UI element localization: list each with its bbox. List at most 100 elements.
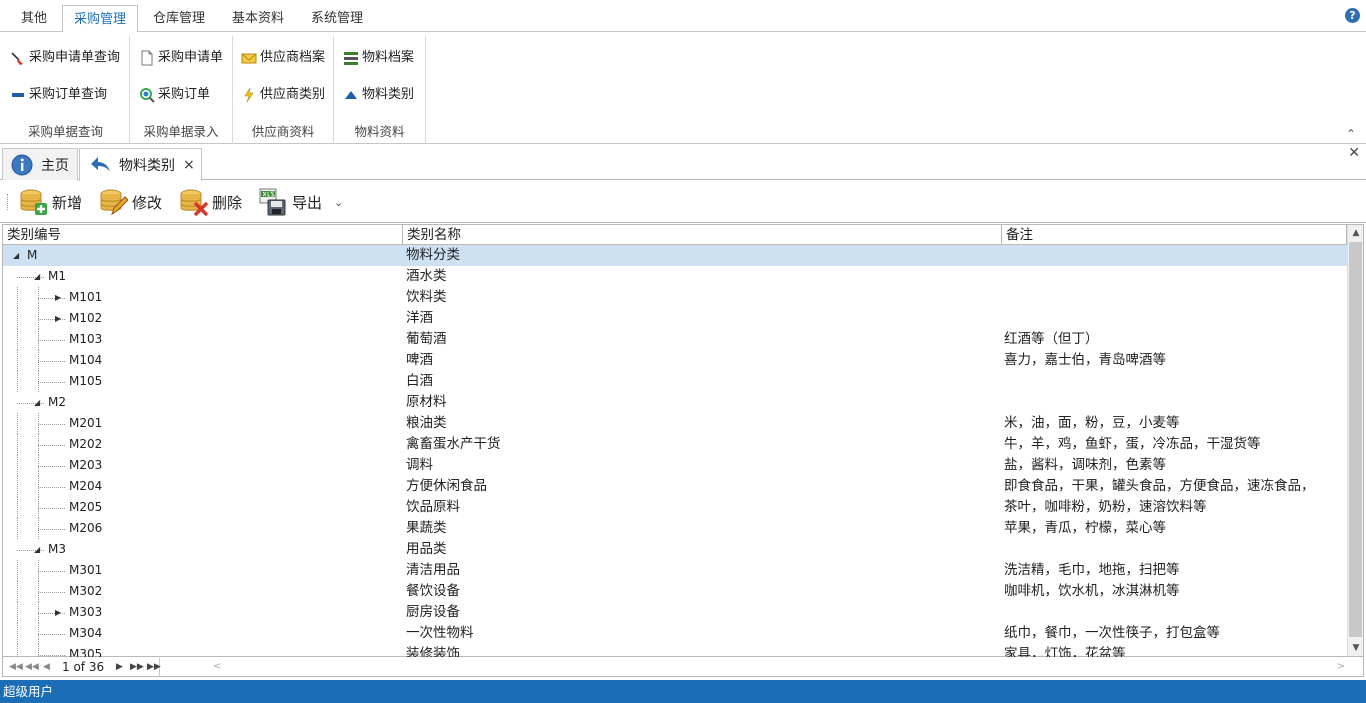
tree-connector xyxy=(38,476,39,497)
category-note-cell xyxy=(1004,371,1346,392)
envelope-icon xyxy=(241,50,257,66)
close-tab-icon[interactable]: × xyxy=(183,157,195,173)
material-category-button[interactable]: 物料类别 xyxy=(343,82,414,108)
ribbon-tab-bar: 其他 采购管理 仓库管理 基本资料 系统管理 ? xyxy=(0,0,1366,33)
tab-material-category[interactable]: 物料类别 × xyxy=(79,148,202,181)
table-row[interactable]: M103 葡萄酒 红酒等（但丁） xyxy=(3,329,1348,350)
scroll-down-icon[interactable]: ▼ xyxy=(1348,640,1364,656)
broom-search-icon xyxy=(10,50,26,66)
table-row[interactable]: M202 禽畜蛋水产干货 牛，羊，鸡，鱼虾，蛋，冷冻品，干湿货等 xyxy=(3,434,1348,455)
category-name-cell: 饮品原料 xyxy=(406,499,460,515)
column-header-note[interactable]: 备注 xyxy=(1002,225,1347,245)
table-row[interactable]: ◢ M1 酒水类 xyxy=(3,266,1348,287)
expand-node-icon[interactable]: ▶ xyxy=(55,294,61,302)
scroll-left-icon[interactable]: < xyxy=(213,659,221,675)
scroll-right-icon[interactable]: > xyxy=(1337,659,1345,675)
export-dropdown-icon[interactable]: ⌄ xyxy=(334,196,343,209)
column-header-name[interactable]: 类别名称 xyxy=(403,225,1002,245)
collapse-node-icon[interactable]: ◢ xyxy=(34,273,40,281)
table-row[interactable]: M301 清洁用品 洗洁精，毛巾，地拖，扫把等 xyxy=(3,560,1348,581)
table-row[interactable]: ▶ M102 洋酒 xyxy=(3,308,1348,329)
toolbar-grip[interactable] xyxy=(7,194,9,210)
tab-warehouse-management[interactable]: 仓库管理 xyxy=(146,5,212,32)
tree-connector xyxy=(17,623,18,644)
scroll-thumb[interactable] xyxy=(1349,242,1362,637)
next-group-icon[interactable]: ▶▶ xyxy=(130,659,144,675)
tab-system-management[interactable]: 系统管理 xyxy=(303,5,371,32)
ribbon-group-label: 物料资料 xyxy=(354,124,405,139)
category-name-cell: 方便休闲食品 xyxy=(406,478,487,494)
collapse-node-icon[interactable]: ◢ xyxy=(13,252,19,260)
expand-node-icon[interactable]: ▶ xyxy=(55,315,61,323)
collapse-ribbon-icon[interactable]: ⌃ xyxy=(1346,127,1356,141)
category-code-cell: M2 xyxy=(48,395,66,409)
material-archive-button[interactable]: 物料档案 xyxy=(343,45,414,71)
column-header-code[interactable]: 类别编号 xyxy=(3,225,403,245)
category-note-cell: 苹果，青瓜，柠檬，菜心等 xyxy=(1004,520,1166,536)
collapse-node-icon[interactable]: ◢ xyxy=(34,546,40,554)
category-code-cell: M203 xyxy=(69,458,103,472)
table-row[interactable]: M205 饮品原料 茶叶，咖啡粉，奶粉，速溶饮料等 xyxy=(3,497,1348,518)
category-code-cell: M1 xyxy=(48,269,66,283)
category-code-cell: M201 xyxy=(69,416,103,430)
tree-connector xyxy=(38,487,65,488)
purchase-request-query-button[interactable]: 采购申请单查询 xyxy=(10,45,120,71)
document-tab-bar: 主页 物料类别 × ✕ xyxy=(0,145,1366,181)
first-page-icon[interactable]: ◀◀ xyxy=(9,659,23,675)
vertical-scrollbar[interactable]: ▲ ▼ xyxy=(1347,225,1363,656)
table-row[interactable]: M201 粮油类 米，油，面，粉，豆，小麦等 xyxy=(3,413,1348,434)
help-icon[interactable]: ? xyxy=(1345,8,1360,23)
tree-connector xyxy=(38,592,65,593)
category-note-cell xyxy=(1004,602,1346,623)
table-row[interactable]: M105 白酒 xyxy=(3,371,1348,392)
tree-connector xyxy=(38,382,65,383)
list-icon xyxy=(343,50,359,66)
export-button[interactable]: 导出 ⌄ xyxy=(258,186,343,218)
delete-button[interactable]: 删除 xyxy=(178,186,242,218)
purchase-order-button[interactable]: 采购订单 xyxy=(139,82,210,108)
next-page-icon[interactable]: ▶ xyxy=(116,659,123,675)
edit-button[interactable]: 修改 xyxy=(98,186,162,218)
category-code-cell: M102 xyxy=(69,311,103,325)
supplier-archive-button[interactable]: 供应商档案 xyxy=(241,45,325,71)
scroll-up-icon[interactable]: ▲ xyxy=(1348,225,1364,241)
category-note-cell: 盐，酱料，调味剂，色素等 xyxy=(1004,457,1166,473)
collapse-node-icon[interactable]: ◢ xyxy=(34,399,40,407)
category-code-cell: M103 xyxy=(69,332,103,346)
tab-home[interactable]: 主页 xyxy=(2,148,78,180)
close-all-icon[interactable]: ✕ xyxy=(1348,145,1360,161)
purchase-order-query-button[interactable]: 采购订单查询 xyxy=(10,82,107,108)
table-row[interactable]: ◢ M 物料分类 xyxy=(3,245,1348,266)
category-code-cell: M305 xyxy=(69,647,103,657)
table-row[interactable]: ◢ M2 原材料 xyxy=(3,392,1348,413)
tree-connector xyxy=(38,518,39,539)
tree-connector xyxy=(38,560,39,581)
prev-page-icon[interactable]: ◀ xyxy=(43,659,50,675)
category-code-cell: M301 xyxy=(69,563,103,577)
table-row[interactable]: M305 装修装饰 家具，灯饰，花盆等 xyxy=(3,644,1348,657)
table-row[interactable]: M206 果蔬类 苹果，青瓜，柠檬，菜心等 xyxy=(3,518,1348,539)
expand-node-icon[interactable]: ▶ xyxy=(55,609,61,617)
add-button[interactable]: 新增 xyxy=(18,186,82,218)
table-row[interactable]: M304 一次性物料 纸巾，餐巾，一次性筷子，打包盒等 xyxy=(3,623,1348,644)
table-row[interactable]: ▶ M101 饮料类 xyxy=(3,287,1348,308)
table-row[interactable]: ◢ M3 用品类 xyxy=(3,539,1348,560)
category-note-cell: 红酒等（但丁） xyxy=(1004,331,1099,347)
tree-connector xyxy=(38,424,65,425)
last-page-icon[interactable]: ▶▶ xyxy=(147,659,161,675)
table-row[interactable]: M203 调料 盐，酱料，调味剂，色素等 xyxy=(3,455,1348,476)
category-note-cell: 咖啡机，饮水机，冰淇淋机等 xyxy=(1004,583,1180,599)
table-row[interactable]: M204 方便休闲食品 即食食品，干果，罐头食品，方便食品，速冻食品， xyxy=(3,476,1348,497)
table-row[interactable]: ▶ M303 厨房设备 xyxy=(3,602,1348,623)
purchase-request-button[interactable]: 采购申请单 xyxy=(139,45,223,71)
category-note-cell xyxy=(1004,287,1346,308)
tree-connector xyxy=(38,571,65,572)
tab-basic-data[interactable]: 基本资料 xyxy=(224,5,292,32)
table-row[interactable]: M302 餐饮设备 咖啡机，饮水机，冰淇淋机等 xyxy=(3,581,1348,602)
tab-other[interactable]: 其他 xyxy=(14,5,54,32)
tab-purchase-management[interactable]: 采购管理 xyxy=(62,5,138,33)
supplier-category-button[interactable]: 供应商类别 xyxy=(241,82,325,108)
prev-group-icon[interactable]: ◀◀ xyxy=(25,659,39,675)
horizontal-scrollbar[interactable]: < > xyxy=(211,659,1347,675)
table-row[interactable]: M104 啤酒 喜力，嘉士伯，青岛啤酒等 xyxy=(3,350,1348,371)
